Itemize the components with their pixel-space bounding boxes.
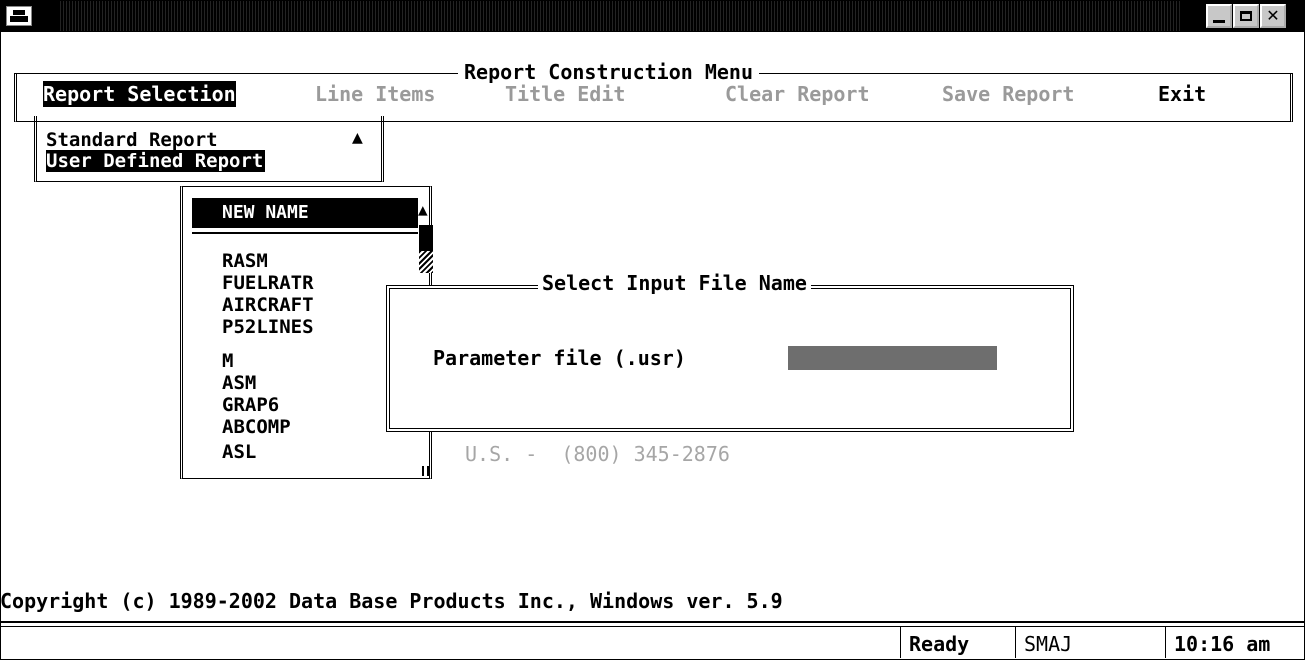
list-item[interactable]: P52LINES: [222, 316, 314, 338]
name-list-selected-item[interactable]: NEW NAME: [192, 198, 418, 228]
title-bar-pattern: [60, 1, 1180, 31]
menu-item-title-edit[interactable]: Title Edit: [505, 81, 625, 107]
dialog-title: Select Input File Name: [538, 271, 811, 295]
scroll-down-arrow-icon[interactable]: ▼: [359, 151, 367, 167]
minimize-button[interactable]: [1206, 4, 1232, 28]
menu-item-save-report[interactable]: Save Report: [942, 81, 1074, 107]
parameter-file-input[interactable]: [788, 346, 997, 370]
list-item[interactable]: M: [222, 350, 233, 372]
status-time: 10:16 am: [1165, 626, 1305, 658]
app-icon[interactable]: [6, 6, 32, 26]
list-frame-tick: [422, 466, 424, 476]
list-frame-tick: [427, 466, 429, 476]
scroll-up-arrow-icon[interactable]: ▲: [352, 128, 363, 148]
list-item[interactable]: ASM: [222, 372, 256, 394]
list-scroll-up-icon[interactable]: ▲: [418, 200, 428, 220]
parameter-file-label: Parameter file (.usr): [433, 346, 686, 370]
list-item[interactable]: FUELRATR: [222, 272, 314, 294]
list-item[interactable]: GRAP6: [222, 394, 279, 416]
status-user: SMAJ: [1015, 626, 1165, 658]
dropdown-item-standard-report[interactable]: Standard Report: [46, 129, 218, 151]
status-message: [0, 626, 900, 658]
menu-item-exit[interactable]: Exit: [1158, 81, 1206, 107]
list-scrollbar-track[interactable]: [419, 251, 433, 273]
close-button[interactable]: ✕: [1260, 4, 1286, 28]
close-icon: ✕: [1266, 6, 1280, 25]
dropdown-item-user-defined-report[interactable]: User Defined Report: [46, 150, 266, 172]
phone-number-text: U.S. - (800) 345-2876: [465, 442, 730, 466]
status-state: Ready: [900, 626, 1015, 658]
list-item[interactable]: RASM: [222, 250, 268, 272]
list-item[interactable]: ABCOMP: [222, 416, 291, 438]
list-item[interactable]: AIRCRAFT: [222, 294, 314, 316]
minimize-icon: [1213, 19, 1225, 23]
name-list-divider: [192, 232, 418, 234]
maximize-button[interactable]: [1233, 4, 1259, 28]
menu-item-report-selection[interactable]: Report Selection: [43, 81, 236, 107]
copyright-text: Copyright (c) 1989-2002 Data Base Produc…: [0, 589, 783, 613]
list-item[interactable]: ASL: [222, 441, 256, 463]
list-scrollbar-thumb[interactable]: [419, 225, 433, 251]
maximize-icon: [1240, 11, 1252, 21]
menu-item-line-items[interactable]: Line Items: [315, 81, 435, 107]
menu-item-clear-report[interactable]: Clear Report: [725, 81, 870, 107]
